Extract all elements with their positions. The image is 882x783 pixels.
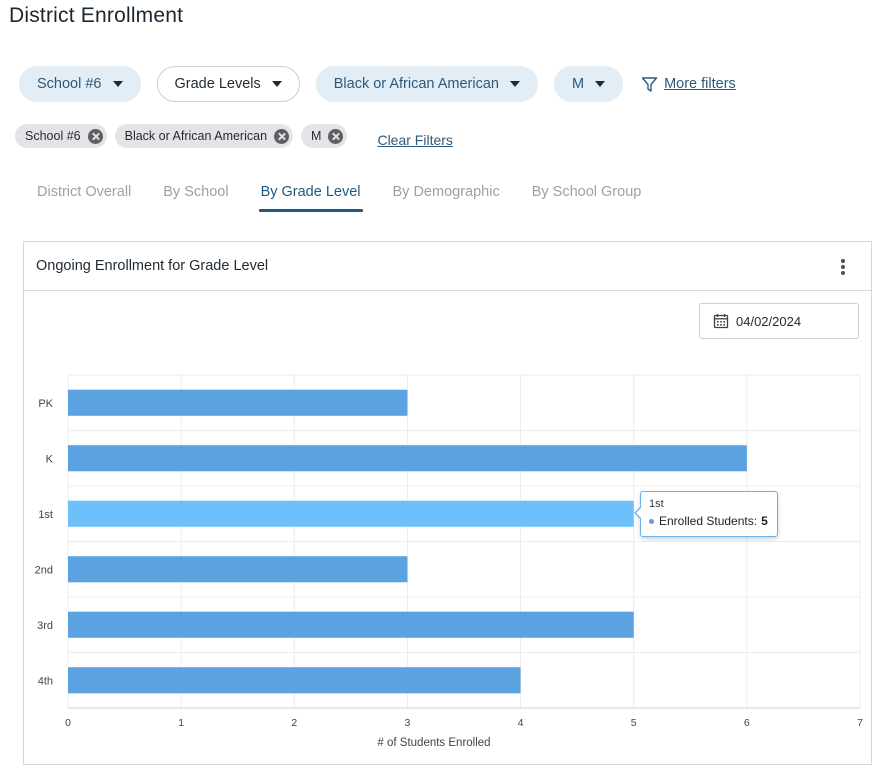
more-filters-label: More filters [664,76,736,92]
x-axis-title: # of Students Enrolled [377,737,490,749]
x-tick-label: 5 [631,717,637,729]
y-tick-label: 4th [38,675,53,687]
grade-levels-filter-dropdown[interactable]: Grade Levels [156,66,300,102]
x-tick-label: 3 [405,717,411,729]
x-tick-label: 6 [744,717,750,729]
bar-4th [68,667,521,694]
view-tabs: District Overall By School By Grade Leve… [37,184,673,212]
tooltip-value: 5 [761,514,768,528]
filter-chip-label: Black or African American [124,129,268,143]
bar-k [68,445,747,472]
x-tick-label: 4 [518,717,524,729]
y-tick-label: 2nd [35,564,53,576]
tooltip-line: Enrolled Students: 5 [649,514,769,528]
gender-filter-label: M [571,76,585,92]
bar-3rd [68,611,634,638]
caret-down-icon [509,81,520,87]
bar-pk [68,389,408,416]
chart-tooltip: 1st Enrolled Students: 5 [634,491,778,537]
clear-filters-link[interactable]: Clear Filters [377,132,452,148]
series-dot-icon [649,518,654,524]
x-tick-label: 0 [65,717,71,729]
tab-by-school-group[interactable]: By School Group [532,184,642,212]
race-filter-label: Black or African American [333,76,499,92]
y-tick-label: 1st [38,509,53,521]
race-filter-dropdown[interactable]: Black or African American [315,66,538,102]
x-tick-label: 1 [178,717,184,729]
filter-bar: School #6 Grade Levels Black or African … [19,66,736,102]
grade-levels-filter-label: Grade Levels [174,76,261,92]
caret-down-icon [271,81,282,87]
tab-district-overall[interactable]: District Overall [37,184,131,212]
remove-chip-icon[interactable] [328,128,344,144]
y-tick-label: K [46,453,54,465]
y-tick-label: PK [38,398,53,410]
filter-chip-label: School #6 [25,129,81,143]
filter-chip: School #6 [15,124,107,148]
bar-1st [68,500,634,527]
filter-chip: Black or African American [114,124,294,148]
school-filter-label: School #6 [37,76,102,92]
gender-filter-dropdown[interactable]: M [553,66,624,102]
more-filters-link[interactable]: More filters [641,76,736,93]
tooltip-category: 1st [649,498,664,510]
filter-chip-label: M [311,129,322,143]
x-tick-label: 7 [857,717,863,729]
funnel-icon [641,76,658,92]
bar-2nd [68,556,408,583]
enrollment-chart-card: Ongoing Enrollment for Grade Level 04/02… [23,241,872,765]
tab-by-school[interactable]: By School [163,184,228,212]
tab-by-demographic[interactable]: By Demographic [393,184,500,212]
remove-chip-icon[interactable] [87,128,103,144]
caret-down-icon [112,81,123,87]
school-filter-dropdown[interactable]: School #6 [19,66,141,102]
tab-by-grade-level[interactable]: By Grade Level [258,184,363,212]
remove-chip-icon[interactable] [274,128,290,144]
page-title: District Enrollment [9,4,184,27]
filter-chip: M [301,124,348,148]
caret-down-icon [595,81,606,87]
x-tick-label: 2 [291,717,297,729]
tooltip-label: Enrolled Students: [659,514,758,528]
y-tick-label: 3rd [37,620,53,632]
active-filter-chips: School #6 Black or African American M Cl… [15,124,453,148]
